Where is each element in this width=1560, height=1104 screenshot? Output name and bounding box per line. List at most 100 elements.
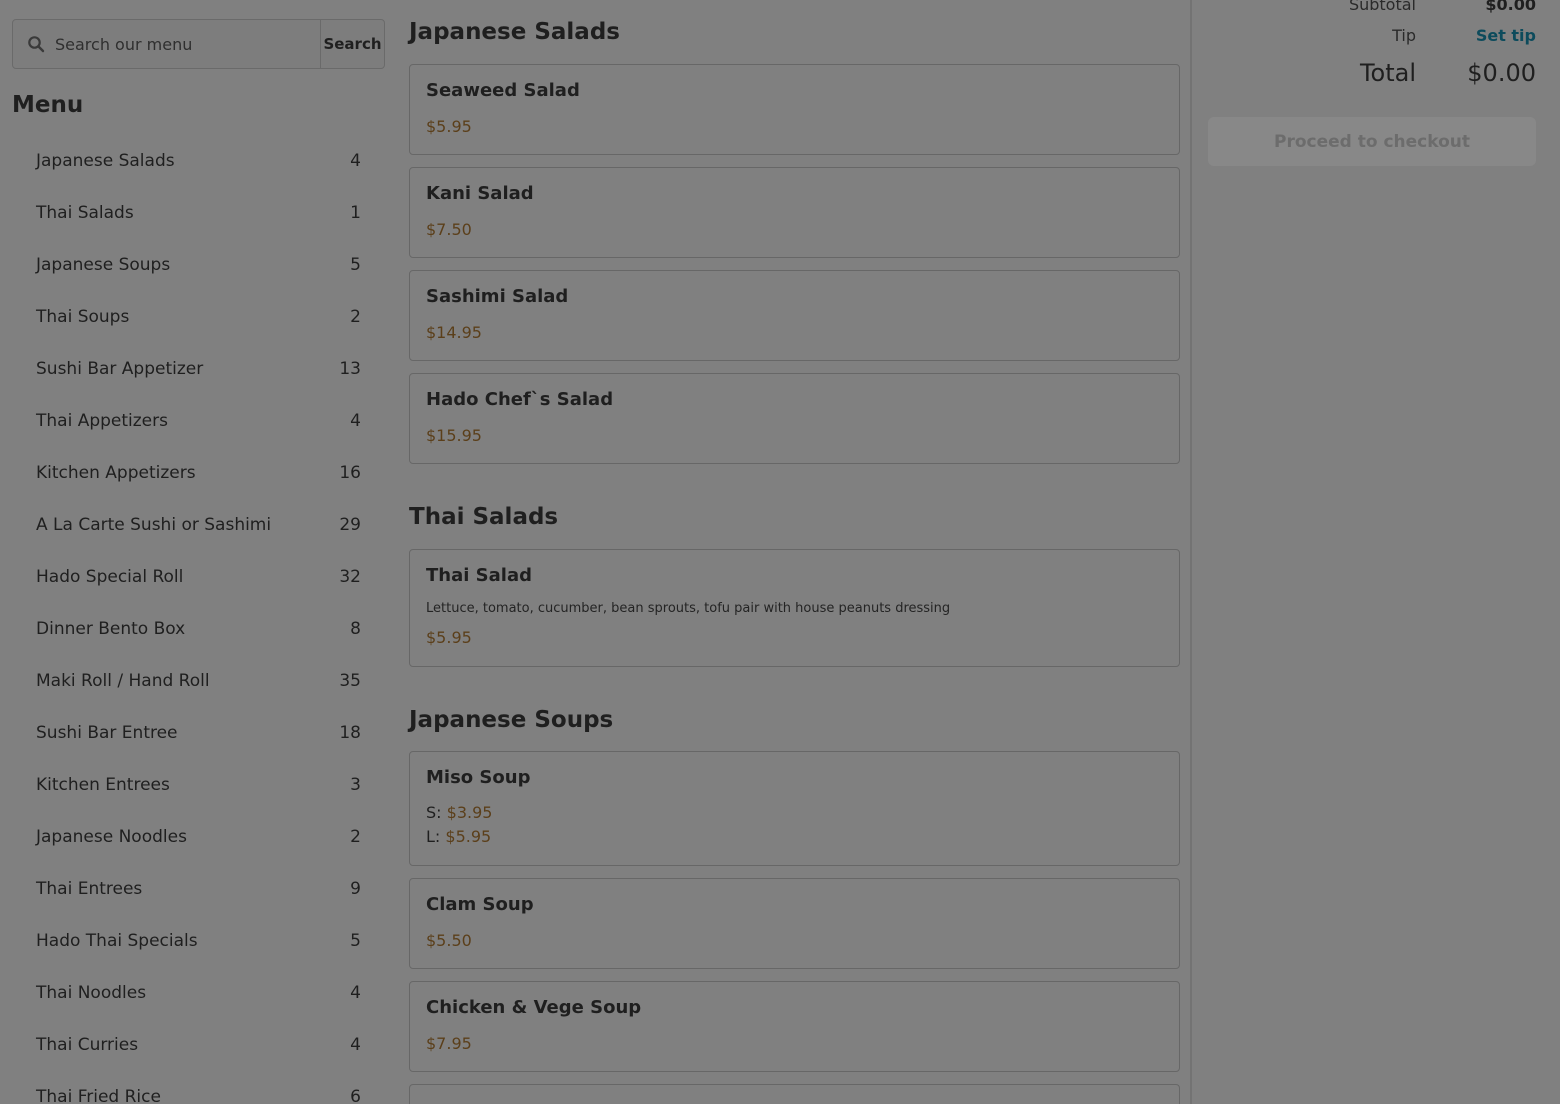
sidebar-item-label: Thai Noodles	[36, 983, 147, 1003]
sidebar-item-count: 6	[350, 1087, 361, 1104]
item-name: Chicken & Vege Soup	[426, 997, 642, 1018]
tip-label: Tip	[1392, 26, 1416, 45]
total-value: $0.00	[1467, 59, 1536, 87]
item-name: Kani Salad	[426, 183, 534, 204]
item-name: Sashimi Salad	[426, 286, 569, 307]
sidebar-item-label: Japanese Noodles	[36, 827, 187, 847]
sidebar-item-count: 5	[350, 931, 361, 951]
sidebar-item-count: 16	[339, 463, 361, 483]
sidebar-item-thai-curries[interactable]: Thai Curries 4	[12, 1019, 385, 1071]
item-price: $15.95	[426, 426, 482, 445]
subtotal-value: $0.00	[1485, 0, 1536, 14]
search-button[interactable]: Search	[320, 20, 384, 68]
sidebar-item-thai-salads[interactable]: Thai Salads 1	[12, 187, 385, 239]
menu-category-list: Japanese Salads 4 Thai Salads 1 Japanese S…	[12, 135, 385, 1104]
subtotal-label: Subtotal	[1348, 0, 1416, 14]
menu-item-card[interactable]: Thai Salad Lettuce, tomato, cucumber, be…	[409, 549, 1180, 667]
sidebar-item-maki-roll[interactable]: Maki Roll / Hand Roll 35	[12, 655, 385, 707]
sidebar-item-sushi-bar-appetizer[interactable]: Sushi Bar Appetizer 13	[12, 343, 385, 395]
sidebar-item-label: Sushi Bar Entree	[36, 723, 178, 743]
sidebar-item-label: Japanese Salads	[36, 151, 175, 171]
sidebar-item-count: 4	[350, 983, 361, 1003]
sidebar-item-hado-special-roll[interactable]: Hado Special Roll 32	[12, 551, 385, 603]
sidebar-item-kitchen-entrees[interactable]: Kitchen Entrees 3	[12, 759, 385, 811]
item-price: $7.95	[426, 1034, 472, 1053]
sidebar-item-label: Thai Fried Rice	[36, 1087, 161, 1104]
sidebar-item-japanese-noodles[interactable]: Japanese Noodles 2	[12, 811, 385, 863]
sidebar-item-count: 32	[339, 567, 361, 587]
sidebar-item-thai-soups[interactable]: Thai Soups 2	[12, 291, 385, 343]
sidebar-item-japanese-salads[interactable]: Japanese Salads 4	[12, 135, 385, 187]
sidebar-item-count: 4	[350, 151, 361, 171]
item-name: Hado Chef`s Salad	[426, 389, 614, 410]
sidebar-item-label: Dinner Bento Box	[36, 619, 186, 639]
size-label: L:	[426, 827, 441, 846]
sidebar-item-japanese-soups[interactable]: Japanese Soups 5	[12, 239, 385, 291]
sidebar-item-count: 3	[350, 775, 361, 795]
size-label: S:	[426, 803, 442, 822]
sidebar-item-thai-noodles[interactable]: Thai Noodles 4	[12, 967, 385, 1019]
section-title: Japanese Soups	[409, 707, 614, 733]
sidebar-item-thai-entrees[interactable]: Thai Entrees 9	[12, 863, 385, 915]
item-name: Miso Soup	[426, 767, 531, 788]
menu-item-card[interactable]: Chicken & Vege Soup $7.95	[409, 981, 1180, 1072]
item-price: $5.95	[426, 628, 472, 647]
menu-item-card[interactable]	[409, 1084, 1180, 1104]
item-price: $7.50	[426, 220, 472, 239]
sidebar-item-a-la-carte-sushi[interactable]: A La Carte Sushi or Sashimi 29	[12, 499, 385, 551]
sidebar-item-hado-thai-specials[interactable]: Hado Thai Specials 5	[12, 915, 385, 967]
sidebar-item-label: Thai Curries	[36, 1035, 139, 1055]
sidebar-item-label: Japanese Soups	[36, 255, 171, 275]
sidebar-item-label: A La Carte Sushi or Sashimi	[36, 515, 272, 535]
sidebar-item-count: 4	[350, 411, 361, 431]
sidebar-item-thai-fried-rice[interactable]: Thai Fried Rice 6	[12, 1071, 385, 1104]
item-description: Lettuce, tomato, cucumber, bean sprouts,…	[426, 601, 951, 616]
item-size-price: L: $5.95	[426, 827, 491, 846]
menu-item-card[interactable]: Miso Soup S: $3.95 L: $5.95	[409, 751, 1180, 866]
sidebar-item-label: Thai Salads	[36, 203, 134, 223]
sidebar-item-label: Thai Soups	[36, 307, 130, 327]
set-tip-link[interactable]: Set tip	[1416, 26, 1536, 45]
sidebar-item-label: Thai Appetizers	[36, 411, 168, 431]
sidebar-item-count: 35	[339, 671, 361, 691]
sidebar-item-count: 4	[350, 1035, 361, 1055]
sidebar-item-count: 2	[350, 307, 361, 327]
item-size-price: S: $3.95	[426, 803, 492, 822]
size-price: $5.95	[445, 827, 492, 846]
search-field[interactable]	[13, 20, 320, 68]
sidebar: Search Menu Japanese Salads 4 Thai Salads…	[0, 0, 397, 1104]
menu-heading: Menu	[12, 92, 84, 118]
total-row: Total $0.00	[1216, 59, 1536, 87]
sidebar-item-count: 2	[350, 827, 361, 847]
sidebar-item-count: 9	[350, 879, 361, 899]
item-name: Seaweed Salad	[426, 80, 580, 101]
sidebar-item-sushi-bar-entree[interactable]: Sushi Bar Entree 18	[12, 707, 385, 759]
sidebar-item-count: 5	[350, 255, 361, 275]
sidebar-item-count: 13	[339, 359, 361, 379]
search-icon	[27, 35, 45, 53]
size-price: $3.95	[446, 803, 493, 822]
sidebar-item-thai-appetizers[interactable]: Thai Appetizers 4	[12, 395, 385, 447]
sidebar-item-label: Kitchen Entrees	[36, 775, 170, 795]
tip-row: Tip Set tip	[1216, 26, 1536, 45]
menu-item-card[interactable]: Sashimi Salad $14.95	[409, 270, 1180, 361]
menu-item-card[interactable]: Kani Salad $7.50	[409, 167, 1180, 258]
menu-item-card[interactable]: Clam Soup $5.50	[409, 878, 1180, 969]
menu-item-card[interactable]: Hado Chef`s Salad $15.95	[409, 373, 1180, 464]
sidebar-item-label: Thai Entrees	[36, 879, 143, 899]
sidebar-item-count: 1	[350, 203, 361, 223]
sidebar-item-count: 8	[350, 619, 361, 639]
search-input[interactable]	[55, 34, 305, 54]
total-label: Total	[1359, 59, 1416, 87]
sidebar-item-dinner-bento-box[interactable]: Dinner Bento Box 8	[12, 603, 385, 655]
cart-panel: Subtotal $0.00 Tip Set tip Total $0.00 P…	[1192, 0, 1560, 1104]
item-price: $5.95	[426, 117, 472, 136]
menu-item-card[interactable]: Seaweed Salad $5.95	[409, 64, 1180, 155]
sidebar-item-label: Kitchen Appetizers	[36, 463, 196, 483]
subtotal-row: Subtotal $0.00	[1216, 0, 1536, 14]
item-name: Thai Salad	[426, 565, 532, 586]
sidebar-item-kitchen-appetizers[interactable]: Kitchen Appetizers 16	[12, 447, 385, 499]
sidebar-item-label: Hado Thai Specials	[36, 931, 198, 951]
proceed-to-checkout-button[interactable]: Proceed to checkout	[1208, 117, 1536, 166]
sidebar-item-count: 29	[339, 515, 361, 535]
